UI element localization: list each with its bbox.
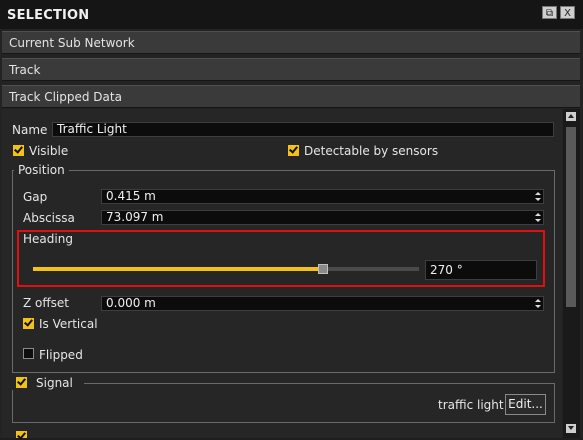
- section-current-sub-network[interactable]: Current Sub Network: [2, 31, 580, 54]
- visible-checkbox[interactable]: [13, 145, 24, 156]
- z-offset-field[interactable]: 0.000 m: [101, 296, 544, 311]
- heading-slider-track: [323, 267, 419, 271]
- section-label: Current Sub Network: [9, 36, 135, 50]
- selection-panel: SELECTION ⧉ X Current Sub Network Track …: [0, 0, 583, 438]
- gap-label: Gap: [23, 190, 48, 204]
- signal-checkbox[interactable]: [16, 377, 27, 388]
- visible-label: Visible: [29, 144, 69, 158]
- scroll-thumb[interactable]: [566, 127, 576, 307]
- z-offset-label: Z offset: [23, 296, 69, 310]
- gap-field[interactable]: 0.415 m: [101, 189, 544, 204]
- flipped-label: Flipped: [39, 348, 83, 362]
- signal-type-label: traffic light: [438, 398, 504, 412]
- heading-slider-thumb[interactable]: [318, 264, 328, 274]
- is-vertical-checkbox[interactable]: [23, 318, 34, 329]
- name-field[interactable]: Traffic Light: [52, 122, 554, 137]
- abscissa-label: Abscissa: [23, 211, 75, 225]
- next-checkbox-partial[interactable]: [16, 431, 27, 438]
- restore-icon[interactable]: ⧉: [542, 6, 557, 19]
- gap-value: 0.415 m: [106, 189, 156, 203]
- scroll-up-icon[interactable]: [566, 112, 576, 121]
- panel-title: SELECTION: [7, 8, 90, 23]
- heading-label: Heading: [23, 232, 73, 246]
- z-offset-spinner-icon[interactable]: [535, 297, 541, 310]
- close-icon[interactable]: X: [560, 6, 575, 19]
- heading-slider-fill: [33, 267, 323, 271]
- abscissa-field[interactable]: 73.097 m: [101, 210, 544, 225]
- signal-label: Signal: [36, 376, 73, 390]
- section-label: Track Clipped Data: [9, 90, 122, 104]
- z-offset-value: 0.000 m: [106, 296, 156, 310]
- vertical-scrollbar[interactable]: [563, 109, 580, 438]
- section-label: Track: [9, 63, 41, 77]
- gap-spinner-icon[interactable]: [535, 190, 541, 203]
- abscissa-spinner-icon[interactable]: [535, 211, 541, 224]
- is-vertical-label: Is Vertical: [39, 317, 98, 331]
- section-track[interactable]: Track: [2, 58, 580, 81]
- scroll-down-icon[interactable]: [566, 424, 576, 433]
- flipped-checkbox[interactable]: [23, 348, 34, 359]
- detectable-label: Detectable by sensors: [304, 144, 439, 158]
- title-bar: SELECTION ⧉ X: [0, 0, 583, 29]
- abscissa-value: 73.097 m: [106, 210, 164, 224]
- heading-value-field[interactable]: 270 °: [425, 260, 537, 280]
- section-track-clipped-data[interactable]: Track Clipped Data: [2, 85, 580, 108]
- edit-button[interactable]: Edit...: [505, 394, 546, 415]
- position-legend: Position: [14, 163, 69, 177]
- name-label: Name: [12, 123, 48, 137]
- detectable-checkbox[interactable]: [288, 145, 299, 156]
